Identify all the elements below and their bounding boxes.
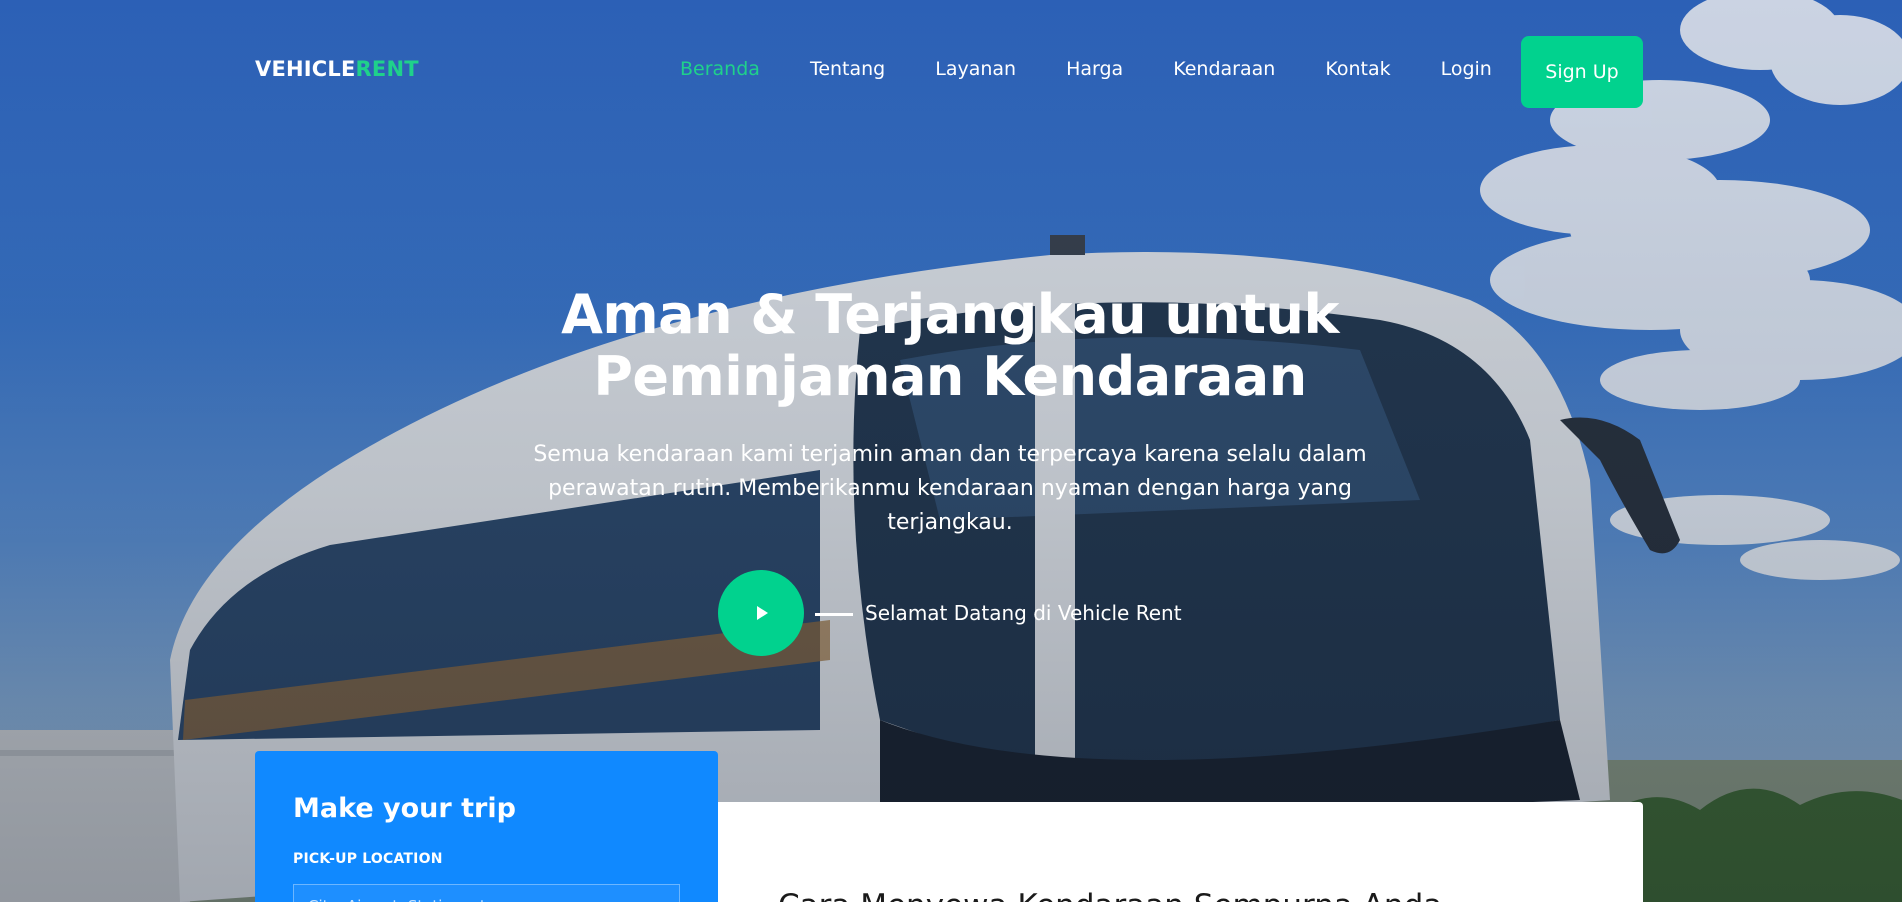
welcome-divider-line (815, 613, 853, 616)
make-trip-card: Make your trip PICK-UP LOCATION (255, 751, 718, 902)
hero-subtitle: Semua kendaraan kami terjamin aman dan t… (533, 442, 1367, 535)
nav-menu: Beranda Tentang Layanan Harga Kendaraan … (680, 58, 1542, 80)
nav-link-layanan[interactable]: Layanan (935, 58, 1016, 80)
nav-link-login[interactable]: Login (1441, 58, 1492, 80)
pickup-location-input[interactable] (293, 884, 680, 902)
nav-link-kendaraan[interactable]: Kendaraan (1173, 58, 1275, 80)
play-video-button[interactable] (718, 570, 804, 656)
trip-card-title: Make your trip (293, 793, 516, 824)
signup-button[interactable]: Sign Up (1521, 36, 1643, 108)
pickup-location-label: PICK-UP LOCATION (293, 851, 443, 867)
welcome-text: Selamat Datang di Vehicle Rent (865, 601, 1182, 625)
nav-link-kontak[interactable]: Kontak (1325, 58, 1390, 80)
nav-link-beranda[interactable]: Beranda (680, 58, 760, 80)
navbar: VEHICLERENT Beranda Tentang Layanan Harg… (0, 0, 1902, 140)
play-icon (757, 606, 768, 620)
hero-title: Aman & Terjangkau untuk Peminjaman Kenda… (400, 284, 1500, 408)
rental-steps-title: Cara Menyewa Kendaraan Sempurna Anda (778, 888, 1442, 902)
nav-link-tentang[interactable]: Tentang (810, 58, 885, 80)
brand-logo-part2: RENT (355, 57, 419, 81)
hero-title-line1: Aman & Terjangkau untuk (561, 283, 1339, 346)
hero-title-line2: Peminjaman Kendaraan (593, 345, 1307, 408)
rental-steps-panel: Cara Menyewa Kendaraan Sempurna Anda (718, 802, 1643, 902)
brand-logo-part1: VEHICLE (255, 57, 356, 81)
nav-link-harga[interactable]: Harga (1066, 58, 1123, 80)
brand-logo[interactable]: VEHICLERENT (255, 57, 419, 81)
